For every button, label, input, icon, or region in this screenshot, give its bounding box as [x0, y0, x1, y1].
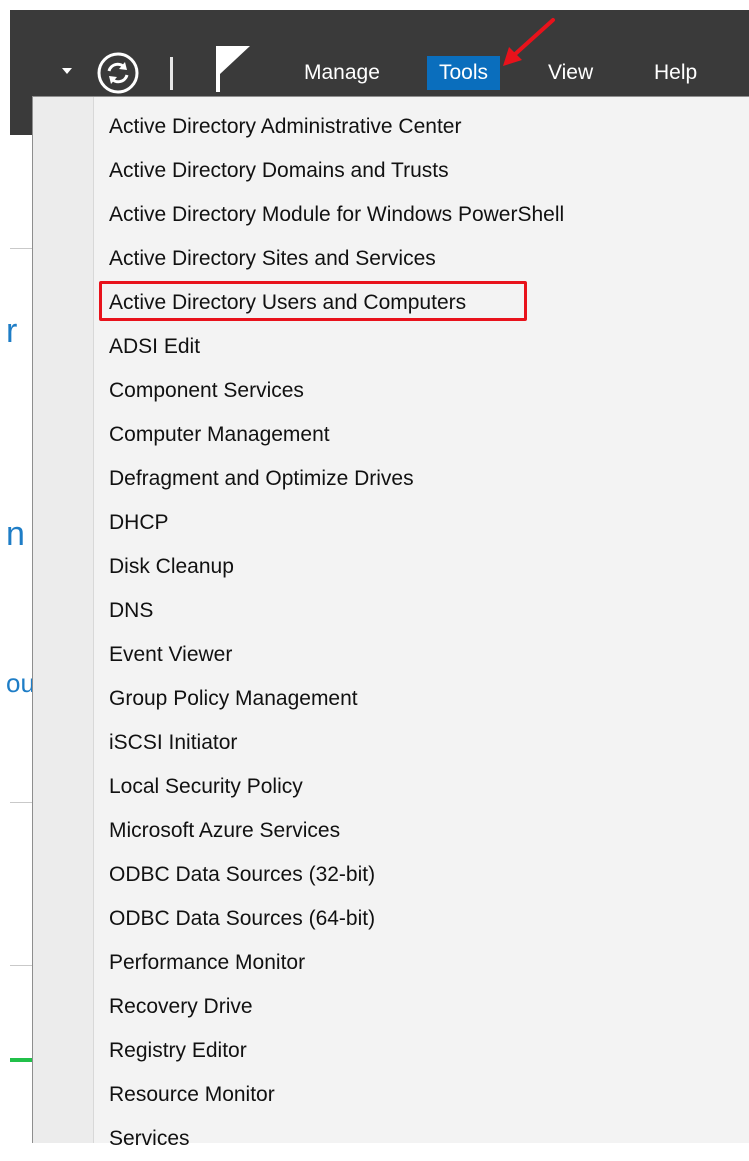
menu-item-azure-services[interactable]: Microsoft Azure Services [33, 809, 749, 853]
menu-item-component-services[interactable]: Component Services [33, 369, 749, 413]
menu-item-odbc-32[interactable]: ODBC Data Sources (32-bit) [33, 853, 749, 897]
menu-item-adsi-edit[interactable]: ADSI Edit [33, 325, 749, 369]
tools-menu-list: Active Directory Administrative Center A… [33, 105, 749, 1161]
menu-item-ad-users-computers[interactable]: Active Directory Users and Computers [33, 281, 749, 325]
menu-item-iscsi-initiator[interactable]: iSCSI Initiator [33, 721, 749, 765]
menu-item-odbc-64[interactable]: ODBC Data Sources (64-bit) [33, 897, 749, 941]
menu-tools[interactable]: Tools [427, 56, 501, 90]
menu-item-computer-management[interactable]: Computer Management [33, 413, 749, 457]
refresh-icon[interactable] [96, 51, 140, 95]
menu-manage[interactable]: Manage [292, 56, 392, 90]
menu-item-ad-sites-services[interactable]: Active Directory Sites and Services [33, 237, 749, 281]
menu-help[interactable]: Help [642, 56, 709, 90]
menu-item-registry-editor[interactable]: Registry Editor [33, 1029, 749, 1073]
menu-item-recovery-drive[interactable]: Recovery Drive [33, 985, 749, 1029]
menu-item-defragment-drives[interactable]: Defragment and Optimize Drives [33, 457, 749, 501]
menu-item-performance-monitor[interactable]: Performance Monitor [33, 941, 749, 985]
divider [10, 248, 32, 249]
menu-item-local-security-policy[interactable]: Local Security Policy [33, 765, 749, 809]
divider [10, 965, 32, 966]
background-text-fragment: ou [6, 668, 35, 698]
tools-dropdown-menu: Active Directory Administrative Center A… [32, 96, 749, 1150]
annotation-arrow-icon [495, 14, 565, 74]
menu-item-group-policy-management[interactable]: Group Policy Management [33, 677, 749, 721]
menu-item-ad-powershell-module[interactable]: Active Directory Module for Windows Powe… [33, 193, 749, 237]
menu-item-disk-cleanup[interactable]: Disk Cleanup [33, 545, 749, 589]
menu-item-services[interactable]: Services [33, 1117, 749, 1161]
menu-item-resource-monitor[interactable]: Resource Monitor [33, 1073, 749, 1117]
menu-item-event-viewer[interactable]: Event Viewer [33, 633, 749, 677]
menu-item-dhcp[interactable]: DHCP [33, 501, 749, 545]
background-text-fragment: r [6, 312, 18, 350]
toolbar-separator [170, 57, 173, 90]
background-text-fragment: n [6, 515, 25, 553]
left-margin [0, 0, 10, 1142]
menu-item-dns[interactable]: DNS [33, 589, 749, 633]
status-bar-green [10, 1058, 32, 1062]
menu-item-ad-domains-trusts[interactable]: Active Directory Domains and Trusts [33, 149, 749, 193]
divider [10, 802, 32, 803]
flag-icon[interactable] [212, 44, 252, 94]
dropdown-caret-icon[interactable] [62, 68, 72, 74]
menu-item-ad-admin-center[interactable]: Active Directory Administrative Center [33, 105, 749, 149]
